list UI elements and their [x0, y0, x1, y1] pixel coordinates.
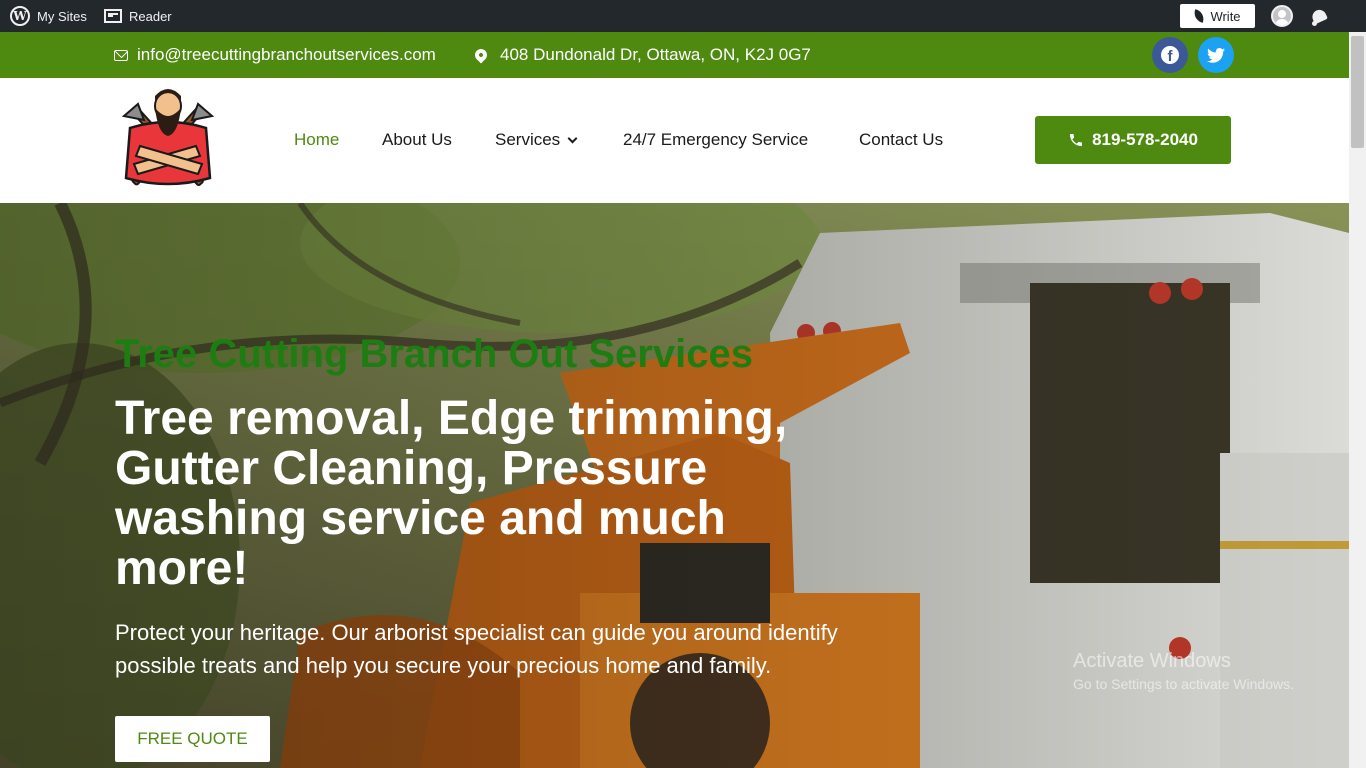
- site-logo[interactable]: [114, 86, 222, 196]
- phone-icon: [1070, 134, 1083, 146]
- hero-section: Tree Cutting Branch Out Services Tree re…: [0, 203, 1349, 768]
- notifications-bell-icon[interactable]: [1309, 6, 1331, 28]
- nav-home-label: Home: [294, 130, 340, 149]
- scrollbar-thumb[interactable]: [1351, 36, 1364, 148]
- nav-contact-label: Contact Us: [859, 130, 944, 149]
- nav-emergency-service[interactable]: 24/7 Emergency Service: [623, 130, 808, 150]
- twitter-icon: [1207, 47, 1225, 63]
- map-pin-icon: [472, 46, 490, 64]
- reader-label: Reader: [129, 8, 172, 24]
- address-link[interactable]: 408 Dundonald Dr, Ottawa, ON, K2J 0G7: [472, 32, 811, 78]
- nav-contact-us[interactable]: Contact Us: [859, 130, 943, 150]
- site-header: Home About Us Services 24/7 Emergency Se…: [0, 78, 1349, 203]
- reader-link[interactable]: Reader: [104, 0, 172, 32]
- activate-windows-subtitle: Go to Settings to activate Windows.: [1073, 676, 1294, 692]
- nav-emergency-label: 24/7 Emergency Service: [623, 130, 809, 149]
- my-sites-link[interactable]: W My Sites: [10, 0, 87, 32]
- address-text: 408 Dundonald Dr, Ottawa, ON, K2J 0G7: [500, 45, 811, 64]
- wp-admin-bar: W My Sites Reader Write: [0, 0, 1366, 32]
- user-avatar[interactable]: [1271, 5, 1293, 27]
- page-scrollbar[interactable]: [1349, 32, 1366, 768]
- phone-number: 819-578-2040: [1092, 130, 1198, 149]
- feather-pen-icon: [1193, 9, 1206, 23]
- write-button[interactable]: Write: [1180, 4, 1255, 28]
- wordpress-logo-icon: W: [10, 6, 30, 26]
- hero-headline: Tree removal, Edge trimming, Gutter Clea…: [115, 392, 788, 595]
- write-label: Write: [1210, 8, 1241, 24]
- contact-info-bar: info@treecuttingbranchoutservices.com 40…: [0, 32, 1349, 78]
- chevron-down-icon: [567, 133, 578, 143]
- activate-windows-title: Activate Windows: [1073, 650, 1231, 672]
- nav-home[interactable]: Home: [294, 130, 339, 150]
- activate-windows-watermark: Activate Windows Go to Settings to activ…: [1073, 650, 1294, 692]
- twitter-link[interactable]: [1198, 37, 1234, 73]
- free-quote-button[interactable]: FREE QUOTE: [115, 716, 270, 762]
- call-phone-button[interactable]: 819-578-2040: [1035, 116, 1231, 164]
- email-text: info@treecuttingbranchoutservices.com: [137, 45, 436, 64]
- hero-kicker: Tree Cutting Branch Out Services: [115, 332, 753, 376]
- email-link[interactable]: info@treecuttingbranchoutservices.com: [114, 32, 436, 78]
- nav-about-label: About Us: [382, 130, 452, 149]
- reader-icon: [104, 9, 122, 23]
- my-sites-label: My Sites: [37, 8, 87, 24]
- facebook-icon: f: [1161, 46, 1179, 64]
- envelope-icon: [114, 49, 128, 61]
- nav-about-us[interactable]: About Us: [382, 130, 452, 150]
- hero-subtitle: Protect your heritage. Our arborist spec…: [115, 620, 838, 678]
- nav-services-label: Services: [495, 130, 561, 149]
- nav-services[interactable]: Services: [495, 130, 578, 150]
- free-quote-label: FREE QUOTE: [137, 729, 248, 748]
- facebook-link[interactable]: f: [1152, 37, 1188, 73]
